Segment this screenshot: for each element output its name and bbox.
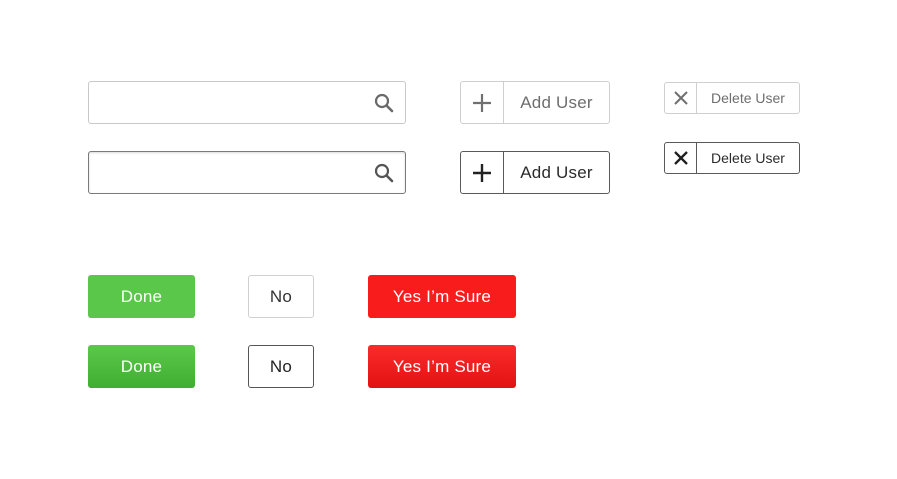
- done-button-default[interactable]: Done: [88, 275, 195, 318]
- search-icon[interactable]: [373, 92, 395, 114]
- search-field-focused[interactable]: [88, 151, 406, 195]
- search-input[interactable]: [99, 152, 373, 195]
- delete-user-button-active[interactable]: Delete User: [664, 142, 800, 174]
- close-icon: [665, 83, 697, 113]
- plus-icon: [461, 82, 504, 123]
- delete-user-label: Delete User: [711, 90, 785, 106]
- search-input[interactable]: [99, 82, 373, 125]
- done-label: Done: [120, 286, 163, 306]
- add-user-label: Add User: [520, 92, 593, 112]
- no-button-default[interactable]: No: [248, 275, 314, 318]
- no-label: No: [269, 356, 293, 376]
- add-user-button-active[interactable]: Add User: [460, 151, 610, 194]
- add-user-button-default[interactable]: Add User: [460, 81, 610, 124]
- delete-user-label: Delete User: [711, 150, 785, 166]
- yes-im-sure-button-default[interactable]: Yes I’m Sure: [368, 275, 516, 318]
- yes-im-sure-button-active[interactable]: Yes I’m Sure: [368, 345, 516, 388]
- plus-icon: [461, 152, 504, 193]
- done-button-active[interactable]: Done: [88, 345, 195, 388]
- no-button-active[interactable]: No: [248, 345, 314, 388]
- close-icon: [665, 143, 697, 173]
- done-label: Done: [120, 356, 163, 376]
- search-field-default[interactable]: [88, 81, 406, 125]
- delete-user-button-default[interactable]: Delete User: [664, 82, 800, 114]
- add-user-label: Add User: [520, 162, 593, 182]
- no-label: No: [269, 286, 293, 306]
- search-icon[interactable]: [373, 162, 395, 184]
- yes-im-sure-label: Yes I’m Sure: [392, 286, 492, 306]
- yes-im-sure-label: Yes I’m Sure: [392, 356, 492, 376]
